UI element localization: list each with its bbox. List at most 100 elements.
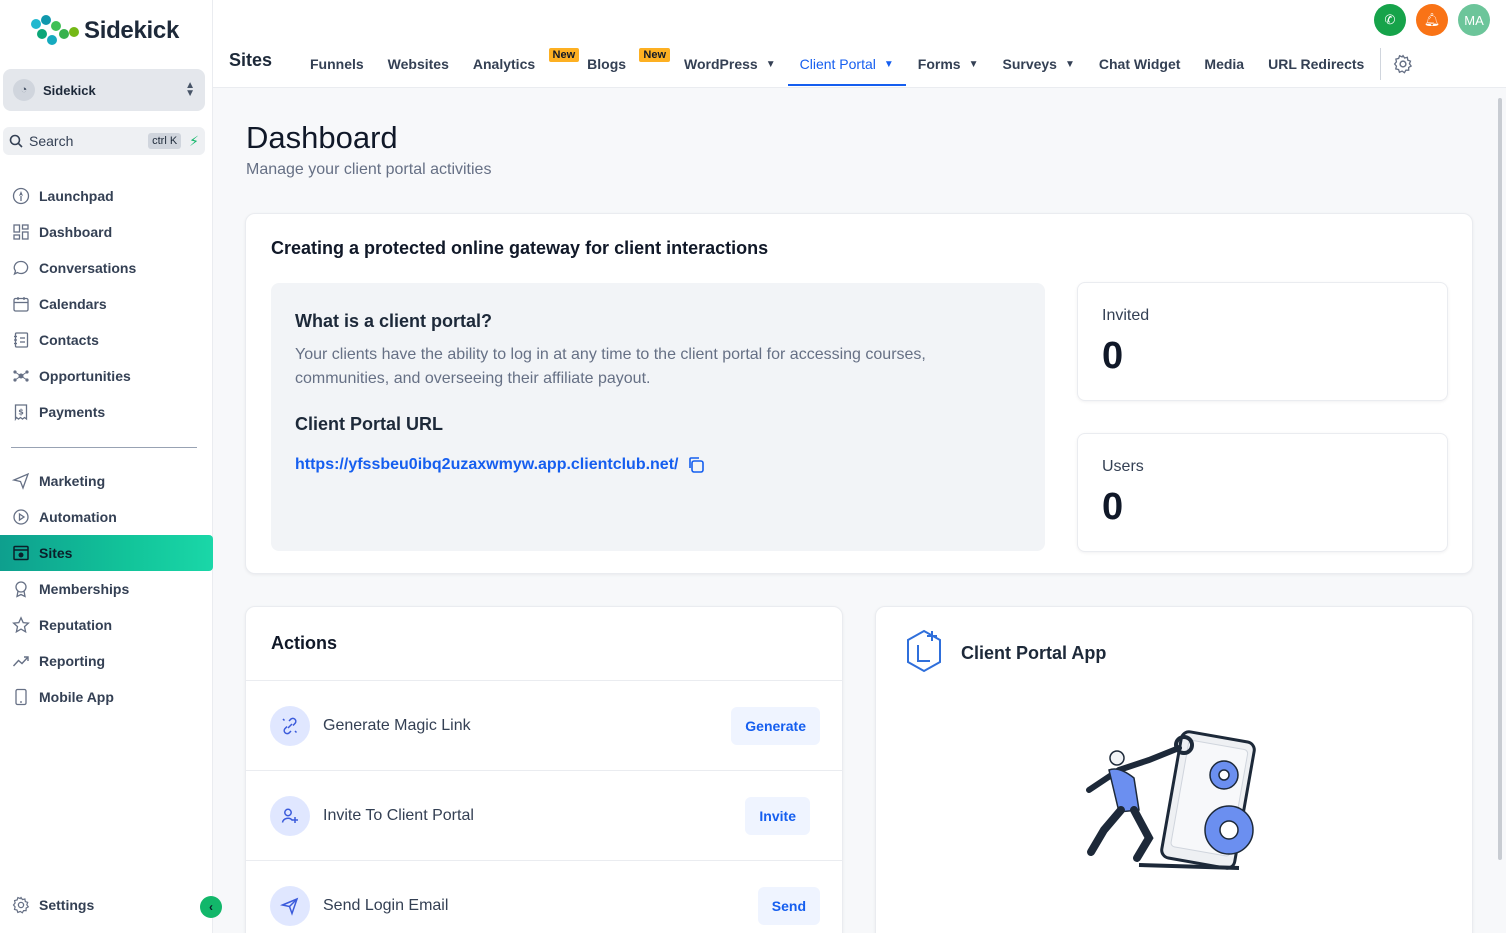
sidebar-item-settings[interactable]: Settings [0,887,213,923]
sidebar-item-label: Payments [39,404,106,420]
tab-label: WordPress [684,56,758,72]
sites-icon [11,543,31,563]
tab-label: Analytics [472,56,536,72]
app-card-title: Client Portal App [961,643,1107,663]
action-row-magic-link: Generate Magic Link Generate [246,680,842,770]
sidebar-item-label: Sites [39,545,73,561]
chevron-left-icon: ‹ [209,900,213,914]
gear-icon [1394,54,1413,74]
collapse-sidebar-button[interactable]: ‹ [200,896,222,918]
tab-blogs[interactable]: Blogs New [575,44,672,84]
tab-label: URL Redirects [1268,56,1365,72]
user-plus-icon [270,795,310,836]
tab-label: Chat Widget [1098,56,1181,72]
calendar-icon [11,294,31,314]
copy-icon[interactable] [686,455,706,475]
avatar[interactable]: MA [1458,4,1490,36]
tab-analytics[interactable]: Analytics New [461,44,580,84]
award-icon [11,579,31,599]
phone-button[interactable]: ✆ [1374,4,1406,36]
action-label: Send Login Email [323,896,449,914]
overview-title: Creating a protected online gateway for … [271,238,769,258]
action-label: Generate Magic Link [323,716,471,734]
updown-chevron-icon: ▲ ▼ [185,80,195,99]
sidebar-item-contacts[interactable]: Contacts [0,322,213,358]
sidebar-nav-secondary: Marketing Automation Sites Memberships R… [0,463,213,715]
tab-label: Websites [387,56,449,72]
tab-label: Media [1204,56,1245,72]
notifications-button[interactable]: 🔔︎ [1416,4,1448,36]
sidebar-item-mobile-app[interactable]: Mobile App [0,679,213,715]
sidebar-item-label: Launchpad [39,188,114,204]
sites-settings-button[interactable] [1393,44,1413,84]
sidebar-nav-primary: Launchpad Dashboard Conversations Calend… [0,178,213,430]
section-title: Sites [229,50,273,70]
star-icon [11,615,31,635]
tab-funnels[interactable]: Funnels [298,44,376,84]
tab-media[interactable]: Media [1192,44,1256,84]
tab-chat-widget[interactable]: Chat Widget [1087,44,1193,84]
info-question: What is a client portal? [295,311,493,331]
sidebar-item-conversations[interactable]: Conversations [0,250,213,286]
client-portal-info: What is a client portal? Your clients ha… [271,283,1045,551]
tab-client-portal[interactable]: Client Portal ▼ [787,44,906,86]
sidebar-item-label: Reporting [39,653,106,669]
grid-icon [11,222,31,242]
sidebar-item-label: Marketing [39,473,106,489]
action-row-invite: Invite To Client Portal Invite [246,770,842,860]
top-navbar: Sites Funnels Websites Analytics New Blog… [213,0,1506,88]
portal-url-link[interactable]: https://yfssbeu0ibq2uzaxwmyw.app.clientc… [295,456,678,474]
tab-url-redirects[interactable]: URL Redirects [1256,44,1376,84]
sidebar-item-label: Contacts [39,332,99,348]
sidebar-item-sites[interactable]: Sites [0,535,213,571]
tab-separator [1380,48,1382,80]
send-button[interactable]: Send [757,886,820,925]
logo-icon [31,15,79,45]
page-scrollbar[interactable] [1498,98,1502,860]
account-icon: ◔ [13,79,35,101]
overview-card: Creating a protected online gateway for … [245,213,1473,574]
sidebar-divider [11,447,197,448]
sidebar-item-opportunities[interactable]: Opportunities [0,358,213,394]
sidebar-item-reporting[interactable]: Reporting [0,643,213,679]
search-button[interactable]: Search ctrl K ⚡ [3,127,205,155]
rocket-icon [11,186,31,206]
lightning-icon[interactable]: ⚡ [189,133,199,150]
sidebar-item-automation[interactable]: Automation [0,499,213,535]
tab-label: Blogs [587,56,627,72]
brand-logo[interactable]: Sidekick [28,14,179,48]
sidebar-item-memberships[interactable]: Memberships [0,571,213,607]
action-row-send-email: Send Login Email Send [246,860,842,933]
search-icon [9,134,23,148]
account-switcher[interactable]: ◔ Sidekick ▲ ▼ [3,69,205,111]
sidebar-item-label: Dashboard [39,224,113,240]
page-title: Dashboard [246,120,398,155]
bell-icon: 🔔︎ [1423,12,1441,27]
stat-label: Invited [1102,307,1150,324]
stat-value: 0 [1102,335,1124,377]
sidebar-item-reputation[interactable]: Reputation [0,607,213,643]
sidebar-item-label: Memberships [39,581,130,597]
sidebar-item-label: Calendars [39,296,107,312]
chevron-down-icon: ▼ [968,58,979,70]
magic-link-icon [270,705,310,746]
tab-surveys[interactable]: Surveys ▼ [990,44,1086,84]
sidebar-item-launchpad[interactable]: Launchpad [0,178,213,214]
top-actions: ✆ 🔔︎ MA [1374,4,1490,36]
sidebar-item-dashboard[interactable]: Dashboard [0,214,213,250]
tab-wordpress[interactable]: WordPress ▼ [672,44,788,84]
sidebar-item-marketing[interactable]: Marketing [0,463,213,499]
stat-value: 0 [1102,486,1124,528]
tab-websites[interactable]: Websites [376,44,461,84]
sidebar: Sidekick ◔ Sidekick ▲ ▼ Search ctrl K ⚡ L… [0,0,222,933]
tab-forms[interactable]: Forms ▼ [906,44,991,84]
page-subtitle: Manage your client portal activities [246,161,492,178]
chat-icon [11,258,31,278]
sidebar-item-payments[interactable]: $ Payments [0,394,213,430]
trend-icon [11,651,31,671]
app-add-icon [902,627,946,680]
generate-button[interactable]: Generate [731,706,820,745]
invite-button[interactable]: Invite [745,796,810,835]
url-label: Client Portal URL [295,414,444,434]
sidebar-item-calendars[interactable]: Calendars [0,286,213,322]
